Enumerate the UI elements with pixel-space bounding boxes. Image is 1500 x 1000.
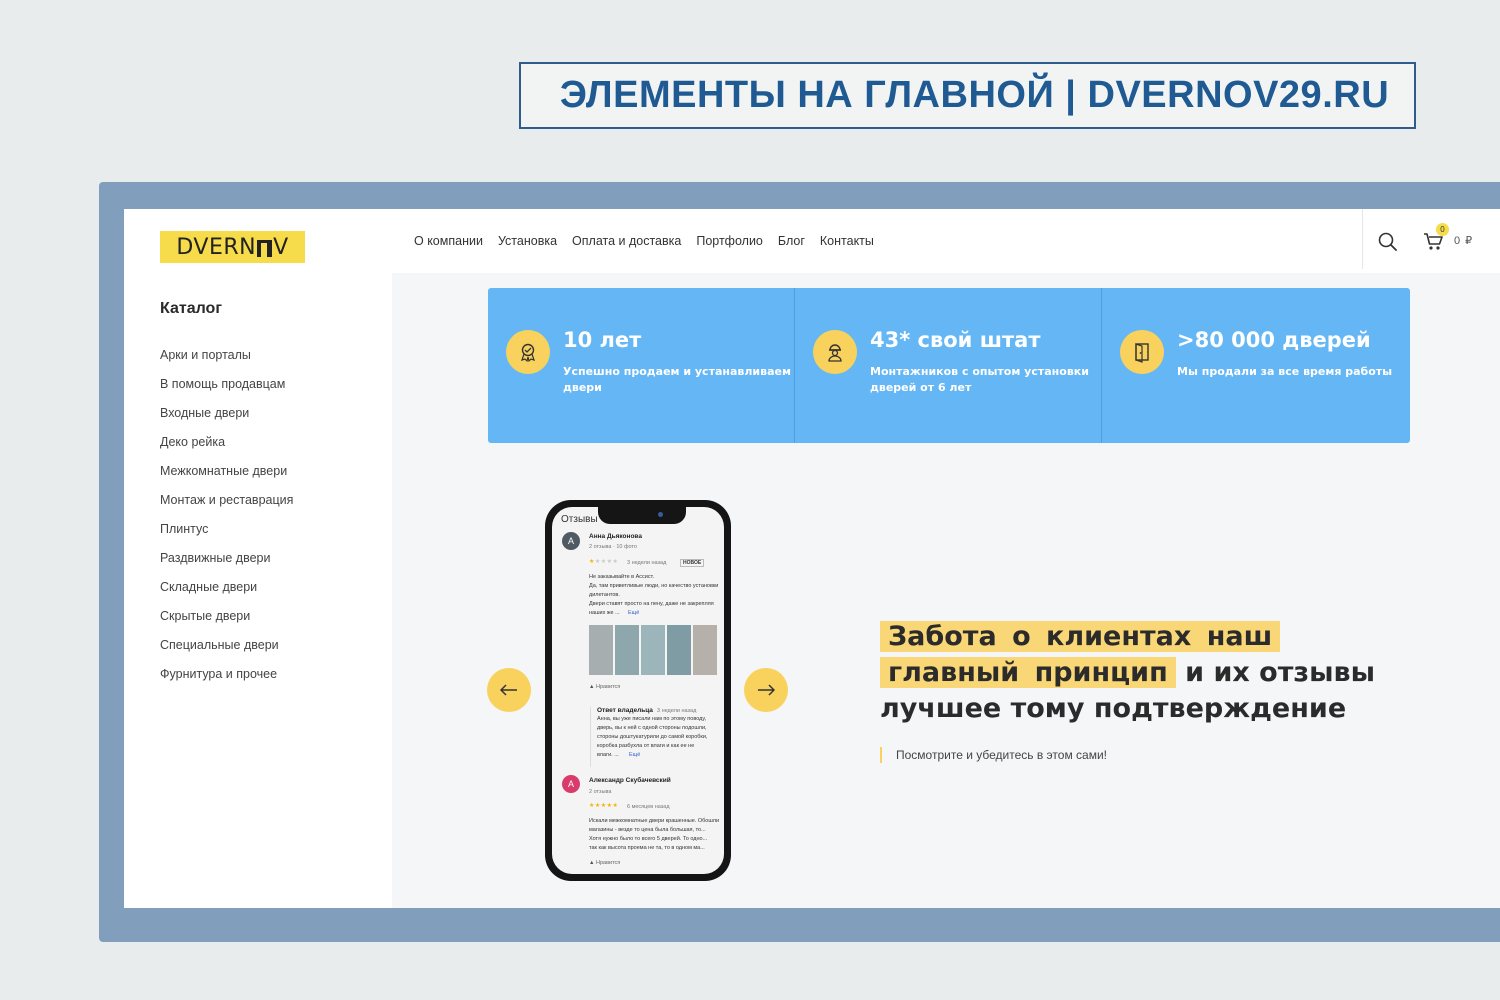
nav-blog[interactable]: Блог — [778, 234, 805, 248]
catalog-title: Каталог — [160, 300, 222, 317]
catalog-item-hardware[interactable]: Фурнитура и прочее — [160, 665, 293, 694]
logo-text-end: V — [273, 234, 289, 260]
search-icon[interactable] — [1376, 230, 1400, 254]
logo-door-icon — [257, 239, 273, 257]
promo-text: лучшее тому подтверждение — [880, 693, 1347, 724]
nav-about[interactable]: О компании — [414, 234, 483, 248]
like-label: Нравится — [595, 860, 621, 866]
owner-reply: Ответ владельца 3 недели назад Анна, вы … — [590, 707, 724, 767]
catalog-item-sliding-doors[interactable]: Раздвижные двери — [160, 549, 293, 578]
phone-mockup: Отзывы А Анна Дьяконова 2 отзыва · 10 фо… — [545, 500, 731, 881]
worker-icon — [813, 330, 857, 374]
door-icon — [1120, 330, 1164, 374]
main-menu: О компании Установка Оплата и доставка П… — [414, 234, 874, 248]
promo-highlight: Забота о клиентах наш — [880, 621, 1281, 652]
review-photo[interactable] — [615, 625, 639, 675]
reviewer-meta: 2 отзыва · 10 фото — [589, 544, 637, 550]
review-time: 6 месяцев назад — [627, 804, 670, 810]
like-label: Нравится — [595, 684, 621, 690]
stat-title: 43* свой штат — [870, 328, 1041, 352]
top-navigation: О компании Установка Оплата и доставка П… — [392, 209, 1500, 273]
stat-description: Мы продали за все время работы — [1177, 365, 1393, 378]
owner-reply-more-link[interactable]: Ещё — [629, 751, 640, 760]
award-icon — [506, 330, 550, 374]
owner-reply-label: Ответ владельца — [597, 707, 653, 714]
nav-portfolio[interactable]: Портфолио — [696, 234, 763, 248]
logo-text-start: DVERN — [176, 234, 257, 260]
review-photo[interactable] — [693, 625, 717, 675]
avatar: А — [562, 775, 580, 793]
catalog-item-special-doors[interactable]: Специальные двери — [160, 636, 293, 665]
stat-title: >80 000 дверей — [1177, 328, 1371, 352]
website-screen: DVERN V Каталог Арки и порталы В помощь п… — [124, 209, 1500, 908]
reviewer-name: Александр Скубачевский — [589, 777, 671, 784]
avatar: А — [562, 532, 580, 550]
stat-description: Успешно продаем и устанавливаем двери — [563, 365, 791, 394]
catalog-list: Арки и порталы В помощь продавцам Входны… — [160, 346, 293, 694]
promo-subtext: Посмотрите и убедитесь в этом сами! — [880, 747, 1107, 763]
promo-headline: Забота о клиентах наш главный принцип и … — [880, 619, 1375, 727]
promo-highlight: главный принцип — [880, 657, 1176, 688]
stat-card-staff: 43* свой штат Монтажников с опытом устан… — [795, 288, 1102, 443]
reviews-tab: Отзывы — [561, 514, 598, 525]
promo-text: и их отзывы — [1185, 657, 1375, 688]
review-photo[interactable] — [589, 625, 613, 675]
catalog-item-folding-doors[interactable]: Складные двери — [160, 578, 293, 607]
catalog-item-interior-doors[interactable]: Межкомнатные двери — [160, 462, 293, 491]
review-more-link[interactable]: Ещё — [628, 609, 639, 618]
like-button[interactable]: ▲ Нравится — [589, 684, 620, 690]
stat-title: 10 лет — [563, 328, 642, 352]
review-stars: ★★★★★ — [589, 802, 619, 809]
review-photos — [589, 625, 724, 675]
owner-reply-text: Анна, вы уже писали нам по этому поводу,… — [597, 716, 708, 758]
nav-payment-delivery[interactable]: Оплата и доставка — [572, 234, 681, 248]
catalog-item-sellers-help[interactable]: В помощь продавцам — [160, 375, 293, 404]
banner-title: ЭЛЕМЕНТЫ НА ГЛАВНОЙ | DVERNOV29.RU — [559, 74, 1390, 116]
review-new-badge: НОВОЕ — [680, 559, 705, 567]
arrow-left-icon — [500, 684, 517, 696]
like-button[interactable]: ▲ Нравится — [589, 860, 620, 866]
review-photo[interactable] — [641, 625, 665, 675]
reviewer-name: Анна Дьяконова — [589, 533, 642, 540]
stat-card-doors-sold: >80 000 дверей Мы продали за все время р… — [1102, 288, 1410, 443]
nav-contacts[interactable]: Контакты — [820, 234, 874, 248]
catalog-item-entrance-doors[interactable]: Входные двери — [160, 404, 293, 433]
catalog-item-installation[interactable]: Монтаж и реставрация — [160, 491, 293, 520]
nav-installation[interactable]: Установка — [498, 234, 557, 248]
review-time: 3 недели назад — [627, 560, 667, 566]
page-banner: ЭЛЕМЕНТЫ НА ГЛАВНОЙ | DVERNOV29.RU — [519, 62, 1416, 129]
phone-notch — [598, 507, 686, 524]
review-photo[interactable] — [667, 625, 691, 675]
slider-prev-button[interactable] — [487, 668, 531, 712]
catalog-item-skirting[interactable]: Плинтус — [160, 520, 293, 549]
review-text: Искали межкомнатные двери крашенные. Обо… — [589, 818, 720, 851]
catalog-item-arches[interactable]: Арки и порталы — [160, 346, 293, 375]
stats-row: 10 лет Успешно продаем и устанавливаем д… — [488, 288, 1410, 443]
thumbs-up-icon: ▲ — [589, 684, 595, 690]
stat-description: Монтажников с опытом установки дверей от… — [870, 365, 1089, 394]
phone-screen: Отзывы А Анна Дьяконова 2 отзыва · 10 фо… — [552, 507, 724, 874]
owner-reply-time: 3 недели назад — [657, 708, 697, 714]
review-stars: ★★★★★ — [589, 558, 619, 565]
thumbs-up-icon: ▲ — [589, 860, 595, 866]
stat-card-years: 10 лет Успешно продаем и устанавливаем д… — [488, 288, 795, 443]
cart-count-badge: 0 — [1436, 223, 1449, 236]
cart-total[interactable]: 0 ₽ — [1454, 234, 1473, 247]
arrow-right-icon — [758, 684, 775, 696]
slider-next-button[interactable] — [744, 668, 788, 712]
catalog-item-hidden-doors[interactable]: Скрытые двери — [160, 607, 293, 636]
review-text: Не заказывайте в Ассист. Да, там приветл… — [589, 574, 719, 616]
catalog-item-deco-slat[interactable]: Деко рейка — [160, 433, 293, 462]
reviewer-meta: 2 отзыва — [589, 789, 612, 795]
sidebar: DVERN V Каталог Арки и порталы В помощь п… — [124, 209, 392, 908]
nav-divider — [1362, 209, 1363, 269]
site-logo[interactable]: DVERN V — [160, 231, 305, 263]
